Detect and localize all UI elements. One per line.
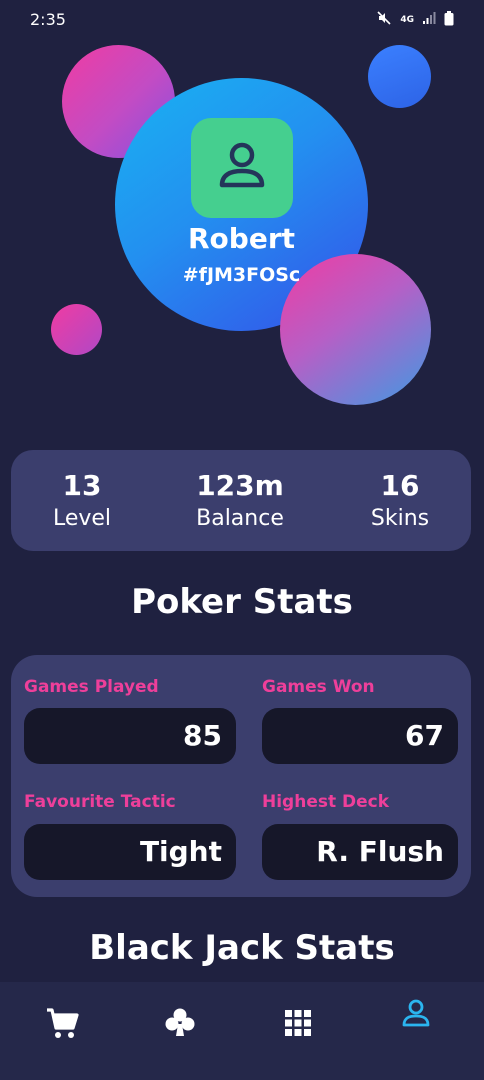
- summary-balance: 123m Balance: [165, 468, 315, 534]
- favourite-tactic-value: Tight: [139, 835, 222, 868]
- skins-label: Skins: [370, 506, 430, 531]
- status-icons: 4G: [376, 10, 454, 29]
- user-tag: #fJM3FOSc: [182, 264, 301, 286]
- club-icon: [163, 1006, 197, 1044]
- level-label: Level: [52, 506, 112, 531]
- network-type: 4G: [400, 14, 414, 25]
- highest-deck-field: R. Flush: [262, 824, 458, 880]
- signal-icon: [422, 11, 436, 28]
- poker-stats-card: Games Played 85 Games Won 67 Favourite T…: [11, 655, 471, 897]
- avatar[interactable]: [191, 118, 293, 218]
- games-won-label: Games Won: [262, 677, 375, 697]
- games-won-field: 67: [262, 708, 458, 764]
- user-name: Robert: [187, 222, 296, 255]
- games-played-field: 85: [24, 708, 236, 764]
- nav-menu[interactable]: [258, 982, 338, 1068]
- favourite-tactic-field: Tight: [24, 824, 236, 880]
- nav-profile[interactable]: [376, 972, 456, 1058]
- status-bar: 2:35 4G: [0, 0, 484, 40]
- blackjack-stats-title: Black Jack Stats: [89, 928, 395, 968]
- nav-shop[interactable]: [22, 982, 102, 1068]
- profile-screen: 2:35 4G Robert #fJM3FOSc 13 Level 123m B…: [0, 0, 484, 1080]
- highest-deck-label: Highest Deck: [262, 792, 390, 812]
- summary-level: 13 Level: [7, 468, 157, 534]
- mute-icon: [376, 10, 392, 29]
- poker-stats-title: Poker Stats: [131, 582, 353, 622]
- user-icon: [214, 138, 270, 198]
- favourite-tactic-label: Favourite Tactic: [24, 792, 176, 812]
- bottom-nav: [0, 982, 484, 1080]
- battery-icon: [444, 10, 454, 29]
- nav-games[interactable]: [140, 982, 220, 1068]
- games-won-value: 67: [405, 719, 444, 752]
- balance-value: 123m: [196, 469, 284, 502]
- cart-icon: [44, 1005, 80, 1045]
- level-value: 13: [62, 469, 102, 502]
- status-time: 2:35: [30, 10, 66, 29]
- games-played-label: Games Played: [24, 677, 159, 697]
- summary-skins: 16 Skins: [325, 468, 475, 534]
- summary-card: 13 Level 123m Balance 16 Skins: [11, 450, 471, 551]
- skins-value: 16: [380, 469, 420, 502]
- decor-bubble: [51, 304, 102, 355]
- balance-label: Balance: [196, 506, 284, 531]
- profile-icon: [400, 997, 432, 1033]
- highest-deck-value: R. Flush: [316, 835, 444, 868]
- games-played-value: 85: [183, 719, 222, 752]
- grid-icon: [284, 1009, 312, 1041]
- decor-bubble: [368, 45, 431, 108]
